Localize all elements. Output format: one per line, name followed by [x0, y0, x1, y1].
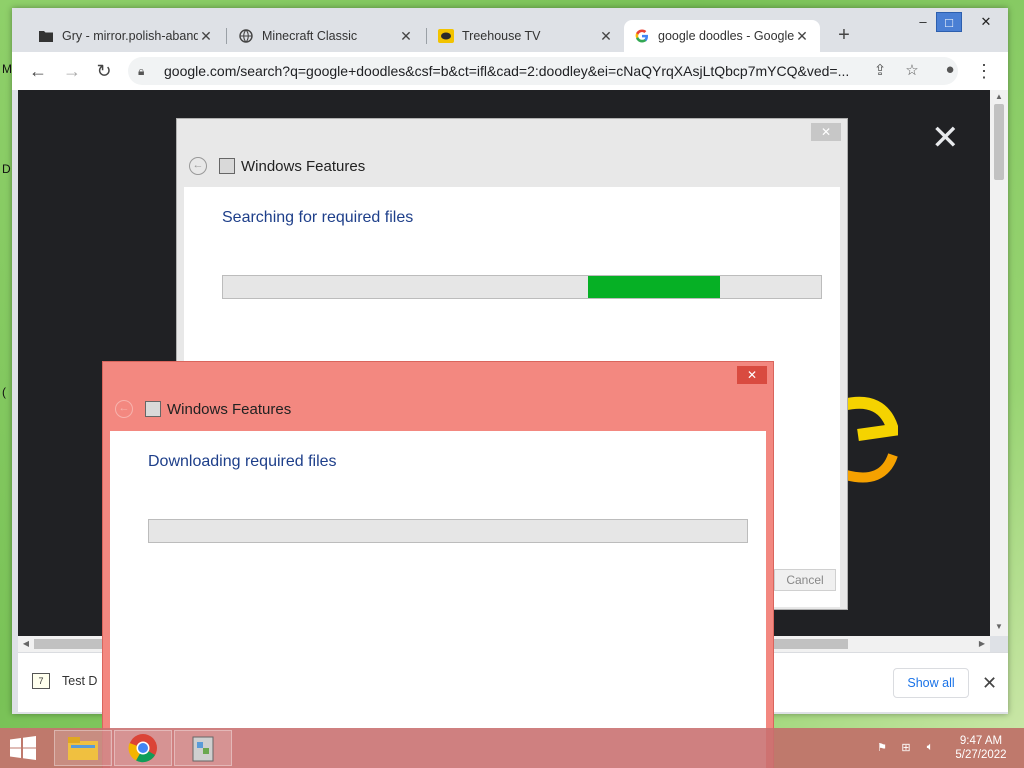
clock-time: 9:47 AM	[959, 735, 1003, 747]
close-window-button[interactable]: ✕	[970, 12, 1002, 32]
scroll-left-icon[interactable]: ◀	[18, 636, 34, 652]
folder-icon	[38, 28, 54, 44]
lock-icon[interactable]: 🔒︎	[138, 64, 152, 79]
maximize-button[interactable]: □	[936, 12, 962, 32]
tab-minecraft[interactable]: Minecraft Classic ✕	[228, 20, 424, 52]
tab-divider	[426, 28, 427, 44]
scroll-up-icon[interactable]: ▲	[990, 92, 1008, 101]
browser-toolbar: ← → ↻ 🔒︎ google.com/search?q=google+dood…	[12, 52, 1008, 90]
windows-features-icon	[145, 401, 161, 417]
close-icon[interactable]: ✕	[198, 28, 214, 45]
download-item[interactable]: 7 Test D	[32, 673, 97, 689]
clock-date: 5/27/2022	[955, 749, 1007, 761]
dialog-close-button[interactable]: ✕	[811, 123, 841, 141]
chrome-menu-icon[interactable]: ⋮	[974, 59, 994, 83]
close-icon[interactable]: ✕	[794, 28, 810, 45]
chrome-icon	[128, 734, 157, 763]
progress-bar	[222, 275, 822, 299]
back-arrow-icon[interactable]: ←	[115, 400, 133, 418]
windows-features-dialog-downloading: ✕ ← Windows Features Downloading require…	[102, 361, 774, 768]
desktop-icon-fragment[interactable]: M	[2, 62, 12, 76]
forward-button[interactable]: →	[60, 59, 84, 83]
show-all-button[interactable]: Show all	[893, 668, 969, 698]
windows-features-icon	[219, 158, 235, 174]
reload-button[interactable]: ↻	[92, 59, 116, 83]
desktop-icon-fragment[interactable]: D	[2, 162, 11, 176]
status-text: Downloading required files	[148, 453, 337, 470]
minimize-button[interactable]: –	[910, 12, 936, 32]
tab-title: Treehouse TV	[462, 29, 541, 43]
dialog-header: ← Windows Features	[115, 400, 291, 418]
scroll-right-icon[interactable]: ▶	[974, 636, 990, 652]
bookmark-star-icon[interactable]: ☆	[902, 61, 922, 79]
tab-title: Gry - mirror.polish-aband	[62, 29, 198, 43]
treehouse-icon	[438, 28, 454, 44]
dialog-title: Windows Features	[167, 400, 292, 418]
back-arrow-icon[interactable]: ←	[189, 157, 207, 175]
progress-bar	[148, 519, 748, 543]
back-button[interactable]: ←	[26, 59, 50, 83]
taskbar: ⚑ ⊞ 🔈︎ 9:47 AM 5/27/2022	[0, 728, 1024, 768]
dialog-header: ← Windows Features	[189, 157, 365, 175]
tab-google-doodles[interactable]: google doodles - Google ✕	[624, 20, 820, 52]
folder-icon	[68, 737, 98, 760]
tab-treehouse[interactable]: Treehouse TV ✕	[428, 20, 624, 52]
clock[interactable]: 9:47 AM 5/27/2022	[946, 734, 1016, 762]
file-icon: 7	[32, 673, 50, 689]
scrollbar-thumb[interactable]	[994, 104, 1004, 180]
status-text: Searching for required files	[222, 209, 414, 226]
close-icon[interactable]: ✕	[398, 28, 414, 45]
share-icon[interactable]: ⇪	[870, 61, 890, 79]
action-center-flag-icon[interactable]: ⚑	[874, 741, 890, 755]
progress-fill	[588, 276, 720, 298]
tab-strip: Gry - mirror.polish-aband ✕ Minecraft Cl…	[12, 8, 1008, 52]
close-icon[interactable]: ✕	[598, 28, 614, 45]
dialog-title: Windows Features	[241, 157, 366, 175]
windows-features-icon	[192, 736, 214, 762]
tab-title: Minecraft Classic	[262, 29, 358, 43]
tab-gry[interactable]: Gry - mirror.polish-aband ✕	[28, 20, 224, 52]
profile-icon[interactable]: ●	[940, 61, 960, 78]
close-icon[interactable]: ✕	[982, 673, 997, 694]
new-tab-button[interactable]: +	[832, 24, 856, 48]
url-text: google.com/search?q=google+doodles&csf=b…	[164, 63, 850, 79]
desktop-icon-fragment[interactable]: (	[2, 385, 6, 399]
tab-divider	[226, 28, 227, 44]
address-bar[interactable]: 🔒︎ google.com/search?q=google+doodles&cs…	[128, 57, 958, 85]
dialog-close-button[interactable]: ✕	[737, 366, 767, 384]
windows-features-taskbar-button[interactable]	[174, 730, 232, 766]
tab-title: google doodles - Google	[658, 29, 794, 43]
cancel-button[interactable]: Cancel	[774, 569, 836, 591]
start-button-windows-icon[interactable]	[8, 736, 38, 760]
scroll-down-icon[interactable]: ▼	[990, 622, 1008, 631]
volume-muted-icon[interactable]: 🔈︎	[922, 741, 938, 755]
chrome-taskbar-button[interactable]	[114, 730, 172, 766]
dialog-body: Downloading required files	[110, 431, 766, 768]
vertical-scrollbar[interactable]: ▲ ▼	[990, 90, 1008, 636]
network-icon[interactable]: ⊞	[898, 741, 914, 755]
close-icon[interactable]: ✕	[931, 118, 960, 158]
file-explorer-taskbar-button[interactable]	[54, 730, 112, 766]
google-icon	[634, 28, 650, 44]
globe-icon	[238, 28, 254, 44]
download-item-name: Test D	[62, 674, 98, 688]
